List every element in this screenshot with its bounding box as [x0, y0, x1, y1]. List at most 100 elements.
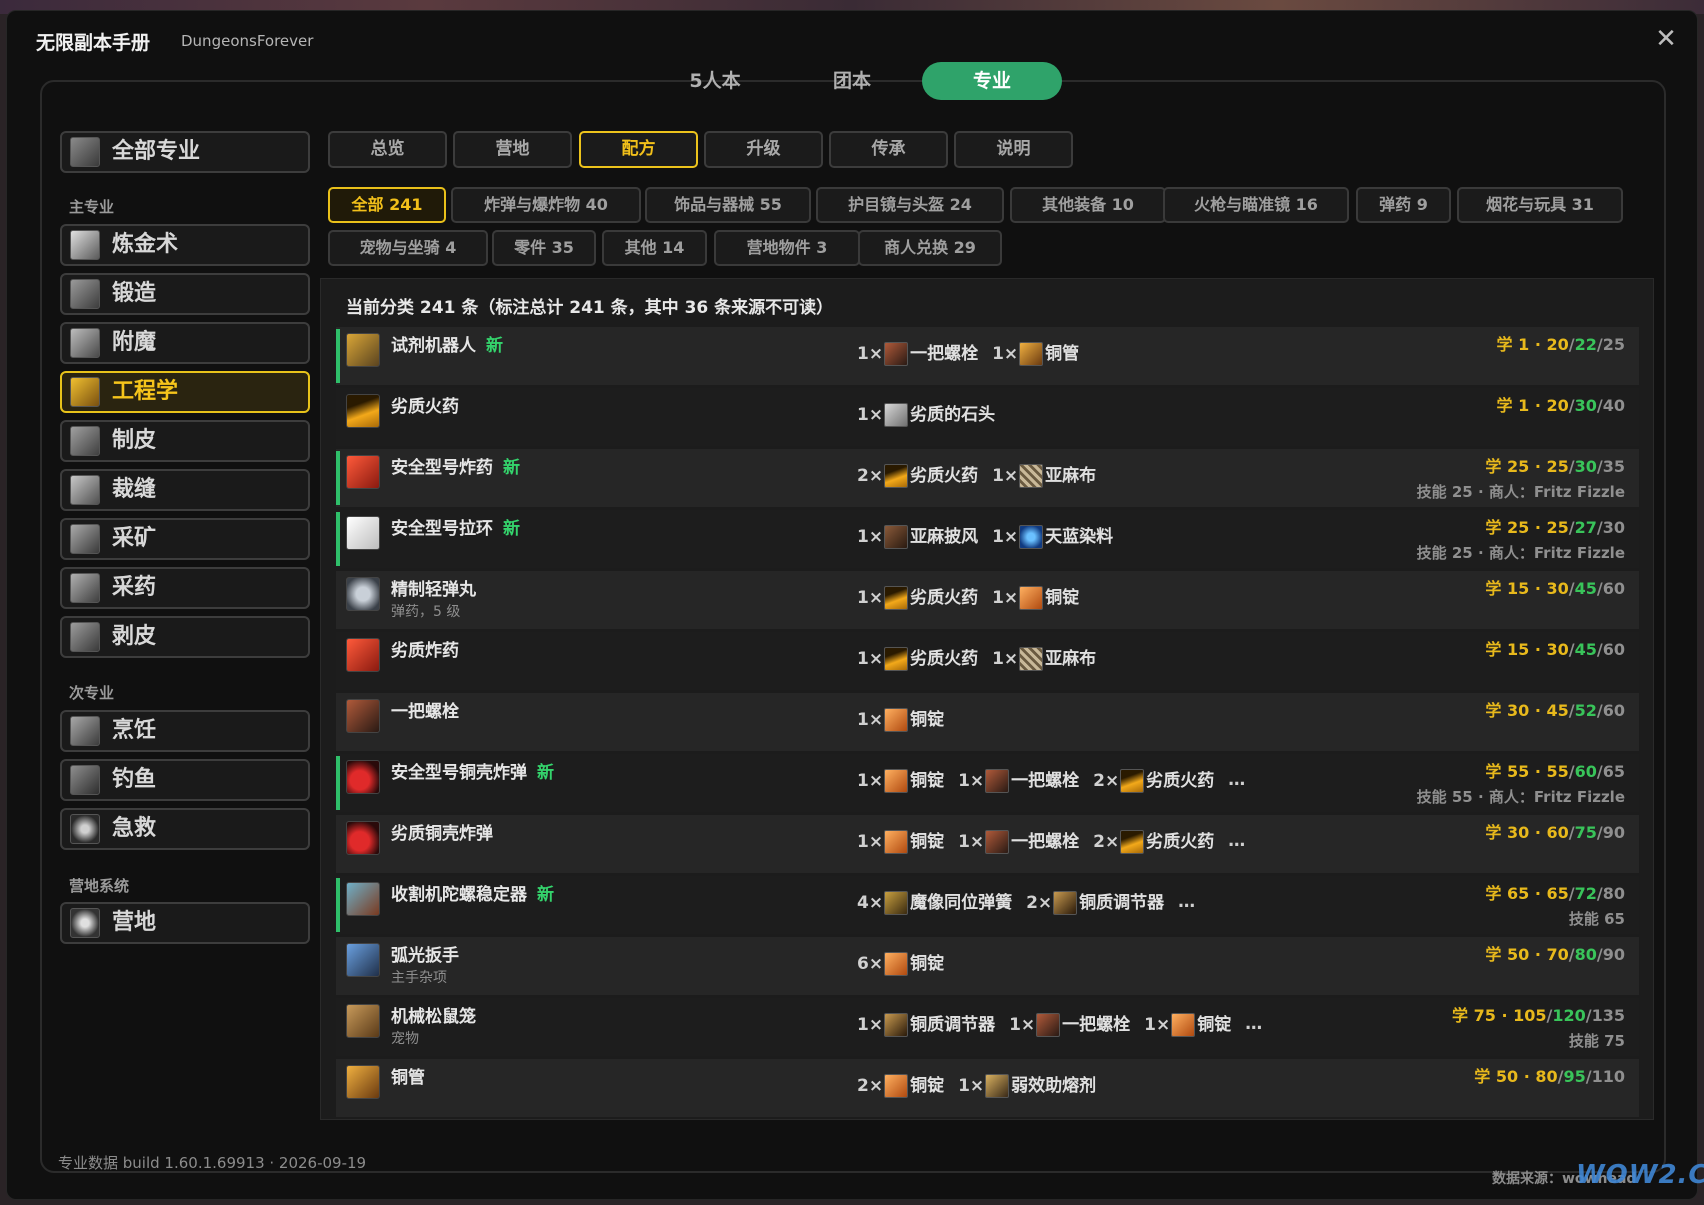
reagent-name: 一把螺栓: [1011, 771, 1080, 791]
recipe-row[interactable]: 铜管 2× 铜锭 1× 弱效助熔剂 学 50 · 80/95/110: [336, 1059, 1639, 1117]
reagent[interactable]: 2× 铜质调节器: [1026, 888, 1164, 915]
filter-chip[interactable]: 护目镜与头盔 24: [816, 187, 1004, 223]
sidebar-item-cooking[interactable]: 烹饪: [60, 710, 310, 752]
sidebar-item-first-aid[interactable]: 急救: [60, 808, 310, 850]
reagent[interactable]: 1× 劣质火药: [857, 644, 978, 671]
reagent[interactable]: 1× 亚麻布: [992, 644, 1096, 671]
skill-value: 95: [1563, 1067, 1586, 1086]
recipe-row[interactable]: 试剂机器人新 1× 一把螺栓 1× 铜管 学 1 · 20/22/25: [336, 327, 1639, 385]
reagent[interactable]: 1× 铜锭: [857, 766, 944, 793]
sidebar-item-alchemy[interactable]: 炼金术: [60, 224, 310, 266]
sidebar-item-fishing[interactable]: 钓鱼: [60, 759, 310, 801]
sidebar-item-label: 裁缝: [112, 477, 157, 502]
reagent[interactable]: 1× 一把螺栓: [958, 766, 1079, 793]
subtab-camp[interactable]: 营地: [453, 131, 572, 168]
recipe-row[interactable]: 弧光扳手 主手杂项 6× 铜锭 学 50 · 70/80/90: [336, 937, 1639, 995]
recipe-row[interactable]: 收割机陀螺稳定器新 4× 魔像同位弹簧 2× 铜质调节器 … 学 65 · 65/72/80…: [336, 876, 1639, 934]
filter-chip[interactable]: 烟花与玩具 31: [1457, 187, 1623, 223]
reagent[interactable]: 2× 劣质火药: [857, 461, 978, 488]
reagent-name: 一把螺栓: [1062, 1015, 1131, 1035]
filter-chip[interactable]: 饰品与器械 55: [645, 187, 811, 223]
recipe-row[interactable]: 劣质铜壳炸弹 1× 铜锭 1× 一把螺栓 2× 劣质火药 … 学 30 · 60/75/90: [336, 815, 1639, 873]
linen-icon: [1019, 647, 1044, 671]
sidebar-item-tailoring[interactable]: 裁缝: [60, 469, 310, 511]
subtab-notes[interactable]: 说明: [954, 131, 1073, 168]
skill-value: 学: [1485, 823, 1502, 842]
filter-chip[interactable]: 其他 14: [602, 230, 707, 266]
filter-chip[interactable]: 弹药 9: [1356, 187, 1451, 223]
filter-chip[interactable]: 炸弹与爆炸物 40: [451, 187, 641, 223]
sidebar-item-all[interactable]: 全部专业: [60, 131, 310, 173]
sidebar-item-enchanting[interactable]: 附魔: [60, 322, 310, 364]
reagent[interactable]: 1× 铜锭: [992, 583, 1079, 610]
reagent[interactable]: 1× 弱效助熔剂: [958, 1071, 1096, 1098]
skill-range: 学 1 · 20/30/40: [1497, 392, 1625, 416]
skill-value: 学: [1485, 884, 1502, 903]
reagent[interactable]: 1× 亚麻布: [992, 461, 1096, 488]
sidebar-item-skinning[interactable]: 剥皮: [60, 616, 310, 658]
sidebar-item-engineering[interactable]: 工程学: [60, 371, 310, 413]
herbalism-icon: [70, 573, 100, 603]
filter-chip[interactable]: 零件 35: [492, 230, 596, 266]
reagent[interactable]: 1× 一把螺栓: [857, 339, 978, 366]
reagent[interactable]: 2× 劣质火药: [1093, 766, 1214, 793]
stone-icon: [884, 403, 909, 427]
filter-chip[interactable]: 宠物与坐骑 4: [328, 230, 488, 266]
reagent[interactable]: 1× 劣质的石头: [857, 400, 995, 427]
reagent[interactable]: 1× 铜锭: [857, 705, 944, 732]
recipe-subtitle: 宠物: [391, 1031, 419, 1047]
sidebar-item-label: 剥皮: [112, 624, 157, 649]
reagent-qty: 4×: [857, 893, 884, 913]
reagent-qty: 1×: [1009, 1015, 1036, 1035]
tab-professions[interactable]: 专业: [922, 62, 1062, 100]
reagent-list: 1× 铜锭 1× 一把螺栓 2× 劣质火药…: [857, 766, 1245, 793]
sidebar-item-leatherworking[interactable]: 制皮: [60, 420, 310, 462]
reagent-qty: 1×: [857, 588, 884, 608]
reagent[interactable]: 1× 铜质调节器: [857, 1010, 995, 1037]
recipe-row[interactable]: 机械松鼠笼 宠物 1× 铜质调节器 1× 一把螺栓 1× 铜锭 … 学 75 · 105/120/…: [336, 998, 1639, 1056]
reagent[interactable]: 1× 劣质火药: [857, 583, 978, 610]
close-icon[interactable]: ✕: [1653, 26, 1679, 52]
recipe-row[interactable]: 劣质火药 1× 劣质的石头 学 1 · 20/30/40: [336, 388, 1639, 446]
reagent[interactable]: 1× 铜锭: [857, 827, 944, 854]
filter-chip[interactable]: 火枪与瞄准镜 16: [1163, 187, 1349, 223]
tab-5-player[interactable]: 5人本: [650, 62, 780, 100]
recipe-row[interactable]: 精制轻弹丸 弹药，5 级 1× 劣质火药 1× 铜锭 学 15 · 30/45/60: [336, 571, 1639, 629]
filter-chip[interactable]: 其他装备 10: [1010, 187, 1166, 223]
skill-value: 25: [1546, 518, 1569, 537]
reagent[interactable]: 2× 劣质火药: [1093, 827, 1214, 854]
reagent[interactable]: 1× 铜管: [992, 339, 1079, 366]
subtab-recipes[interactable]: 配方: [579, 131, 698, 168]
subtab-upgrade[interactable]: 升级: [704, 131, 823, 168]
filter-chip[interactable]: 商人兑换 29: [858, 230, 1002, 266]
reagent[interactable]: 1× 一把螺栓: [1009, 1010, 1130, 1037]
reagent[interactable]: 1× 一把螺栓: [958, 827, 1079, 854]
sidebar-item-blacksmithing[interactable]: 锻造: [60, 273, 310, 315]
filter-chip[interactable]: 全部 241: [328, 187, 446, 223]
filter-chip[interactable]: 营地物件 3: [714, 230, 860, 266]
reagent-qty: 1×: [857, 710, 884, 730]
recipe-row[interactable]: 安全型号炸药新 2× 劣质火药 1× 亚麻布 学 25 · 25/30/35 技能 25 ·…: [336, 449, 1639, 507]
reagent[interactable]: 1× 亚麻披风: [857, 522, 978, 549]
tab-raid[interactable]: 团本: [787, 62, 917, 100]
reagent[interactable]: 1× 铜锭: [1144, 1010, 1231, 1037]
recipe-row[interactable]: 劣质炸药 1× 劣质火药 1× 亚麻布 学 15 · 30/45/60: [336, 632, 1639, 690]
reagent[interactable]: 6× 铜锭: [857, 949, 944, 976]
reagent[interactable]: 1× 天蓝染料: [992, 522, 1113, 549]
sidebar-item-mining[interactable]: 采矿: [60, 518, 310, 560]
reagent[interactable]: 2× 铜锭: [857, 1071, 944, 1098]
reagent-list: 2× 铜锭 1× 弱效助熔剂: [857, 1071, 1110, 1098]
reagent-qty: 1×: [992, 344, 1019, 364]
skill-levels: 学 30 · 60/75/90: [1485, 819, 1625, 843]
recipe-source: 技能 25 · 商人：Fritz Fizzle: [1416, 544, 1625, 562]
recipe-row[interactable]: 一把螺栓 1× 铜锭 学 30 · 45/52/60: [336, 693, 1639, 751]
sidebar-item-camp[interactable]: 营地: [60, 902, 310, 944]
subtab-overview[interactable]: 总览: [328, 131, 447, 168]
recipe-name-text: 试剂机器人: [391, 336, 476, 356]
recipe-row[interactable]: 安全型号铜壳炸弹新 1× 铜锭 1× 一把螺栓 2× 劣质火药 … 学 55 · 55/60/6…: [336, 754, 1639, 812]
subtab-legacy[interactable]: 传承: [829, 131, 948, 168]
recipe-row[interactable]: 安全型号拉环新 1× 亚麻披风 1× 天蓝染料 学 25 · 25/27/30 技能 25 …: [336, 510, 1639, 568]
reagent[interactable]: 4× 魔像同位弹簧: [857, 888, 1012, 915]
reagent-name: 铜管: [1045, 344, 1080, 364]
sidebar-item-herbalism[interactable]: 采药: [60, 567, 310, 609]
